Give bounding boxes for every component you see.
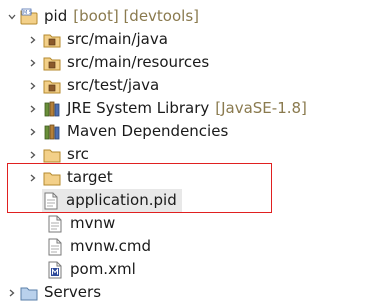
collapse-chevron-icon[interactable]	[27, 97, 39, 120]
tree-item-src-main-resources[interactable]: src/main/resources	[0, 51, 388, 74]
maven-file-icon	[46, 261, 64, 279]
tree-item-label: src	[67, 145, 89, 163]
source-folder-icon	[43, 54, 61, 72]
folder-icon	[43, 146, 61, 164]
tree-item-jre-system-library[interactable]: JRE System Library [JavaSE-1.8]	[0, 97, 388, 120]
tree-item-label: src/main/java	[67, 30, 168, 48]
file-icon	[42, 192, 60, 210]
file-icon	[46, 215, 64, 233]
tree-item-label: Maven Dependencies	[67, 122, 229, 140]
tree-item-label: Servers	[44, 283, 102, 301]
collapse-chevron-icon[interactable]	[6, 281, 18, 304]
tree-item-mvnw[interactable]: mvnw	[0, 212, 388, 235]
maven-project-icon: M S	[20, 8, 38, 26]
folder-icon	[43, 169, 61, 187]
expand-chevron-icon[interactable]	[6, 5, 18, 28]
project-name: pid	[44, 7, 68, 25]
library-icon	[43, 123, 61, 141]
collapse-chevron-icon[interactable]	[27, 74, 39, 97]
tree-item-pom-xml[interactable]: pom.xml	[0, 258, 388, 281]
collapse-chevron-icon[interactable]	[27, 120, 39, 143]
tree-item-src-main-java[interactable]: src/main/java	[0, 28, 388, 51]
source-folder-icon	[43, 31, 61, 49]
collapse-chevron-icon[interactable]	[27, 143, 39, 166]
tree-item-target[interactable]: target	[0, 166, 388, 189]
svg-text:M S: M S	[23, 10, 32, 16]
tree-item-label: mvnw.cmd	[70, 237, 152, 255]
source-folder-icon	[43, 77, 61, 95]
file-icon	[46, 238, 64, 256]
collapse-chevron-icon[interactable]	[27, 51, 39, 74]
collapse-chevron-icon[interactable]	[27, 166, 39, 189]
tree-item-project-pid[interactable]: M S pid [boot] [devtools]	[0, 5, 388, 28]
tree-item-label: target	[67, 168, 113, 186]
tree-item-label: mvnw	[70, 214, 116, 232]
folder-icon	[20, 284, 38, 302]
tree-item-application-pid[interactable]: application.pid	[42, 189, 182, 212]
collapse-chevron-icon[interactable]	[27, 28, 39, 51]
tree-item-decoration: [JavaSE-1.8]	[215, 99, 307, 117]
project-decoration: [boot] [devtools]	[73, 7, 199, 25]
tree-item-label: pom.xml	[70, 260, 136, 278]
tree-item-src[interactable]: src	[0, 143, 388, 166]
tree-item-src-test-java[interactable]: src/test/java	[0, 74, 388, 97]
tree-item-servers[interactable]: Servers	[0, 281, 388, 304]
tree-item-label: src/test/java	[67, 76, 160, 94]
library-icon	[43, 100, 61, 118]
tree-item-mvnw-cmd[interactable]: mvnw.cmd	[0, 235, 388, 258]
tree-item-label: JRE System Library	[67, 99, 210, 117]
tree-item-maven-dependencies[interactable]: Maven Dependencies	[0, 120, 388, 143]
tree-item-label: src/main/resources	[67, 53, 210, 71]
tree-item-label: application.pid	[66, 191, 177, 209]
